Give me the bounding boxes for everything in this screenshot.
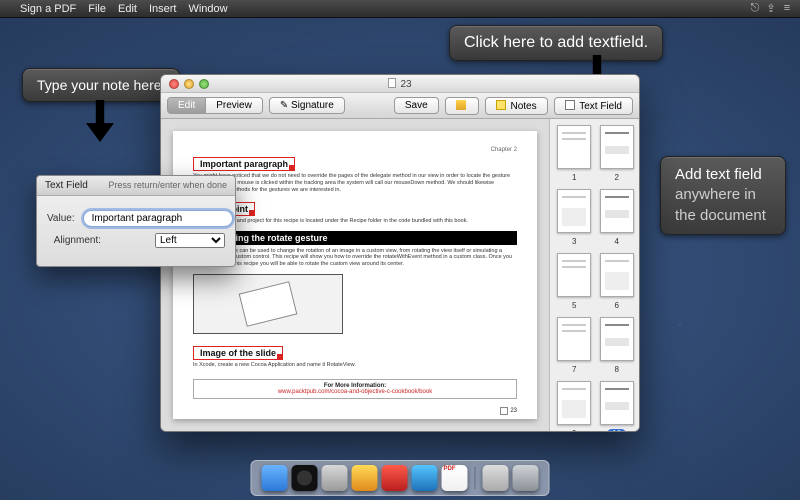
thumbnail-preview bbox=[557, 317, 591, 361]
dock-launchpad-icon[interactable] bbox=[322, 465, 348, 491]
body-text: You might have noticed that we do not ne… bbox=[193, 173, 517, 194]
dock-app-icon[interactable] bbox=[382, 465, 408, 491]
body-text: In Xcode, create a new Cocoa Application… bbox=[193, 362, 517, 369]
thumbnail-preview bbox=[557, 253, 591, 297]
menubar-file[interactable]: File bbox=[88, 3, 106, 15]
thumbnail[interactable]: 4 bbox=[599, 189, 636, 247]
menubar-edit[interactable]: Edit bbox=[118, 3, 137, 15]
text-field-annotation[interactable]: Image of the slide bbox=[193, 346, 283, 360]
thumbnail-number: 9 bbox=[572, 429, 576, 431]
dock-app-icon[interactable] bbox=[412, 465, 438, 491]
thumbnail[interactable]: 2 bbox=[599, 125, 636, 183]
tab-edit[interactable]: Edit bbox=[168, 98, 205, 113]
thumbnail-number: 5 bbox=[572, 301, 576, 310]
thumbnail-number: 1 bbox=[572, 173, 576, 182]
thumbnail-preview bbox=[600, 253, 634, 297]
save-button[interactable]: Save bbox=[394, 97, 439, 114]
thumbnail[interactable]: 10 bbox=[599, 381, 636, 431]
panel-hint: Press return/enter when done bbox=[108, 180, 227, 191]
tab-preview[interactable]: Preview bbox=[205, 98, 262, 113]
notes-button[interactable]: Notes bbox=[485, 97, 548, 115]
thumbnail-preview bbox=[600, 125, 634, 169]
window-title: 23 bbox=[161, 78, 639, 90]
page-corner-icon bbox=[500, 407, 508, 415]
print-button[interactable] bbox=[445, 97, 479, 115]
thumbnail[interactable]: 9 bbox=[556, 381, 593, 431]
window-zoom-button[interactable] bbox=[199, 79, 209, 89]
thumbnail-number: 6 bbox=[615, 301, 619, 310]
thumbnail-number: 2 bbox=[615, 173, 619, 182]
menubar-right: ⎋ ⇪ ≡ bbox=[750, 2, 792, 15]
value-input[interactable] bbox=[83, 210, 233, 227]
callout-add-textfield: Click here to add textfield. bbox=[449, 25, 663, 61]
chapter-label: Chapter 2 bbox=[193, 147, 517, 153]
body-text: The sample code and project for this rec… bbox=[193, 218, 517, 225]
menubar-app-name[interactable]: Sign a PDF bbox=[20, 3, 76, 15]
thumbnail-number: 7 bbox=[572, 365, 576, 374]
thumbnail-preview bbox=[557, 189, 591, 233]
dock-trash-icon[interactable] bbox=[513, 465, 539, 491]
image-placeholder bbox=[193, 274, 343, 334]
footer-box: For More Information: www.packtpub.com/c… bbox=[193, 379, 517, 399]
textfield-button[interactable]: Text Field bbox=[554, 97, 633, 115]
view-mode-segment[interactable]: Edit Preview bbox=[167, 97, 263, 114]
textfield-icon bbox=[565, 100, 575, 110]
thumbnail-preview bbox=[600, 189, 634, 233]
document-icon bbox=[388, 78, 396, 88]
thumbnail[interactable]: 1 bbox=[556, 125, 593, 183]
section-heading: Interpreting the rotate gesture bbox=[193, 231, 517, 245]
panel-title: Text Field bbox=[45, 180, 88, 191]
thumbnail-number: 10 bbox=[607, 429, 626, 431]
dock-separator bbox=[475, 467, 476, 489]
status-icon: ⇪ bbox=[766, 2, 776, 15]
note-icon bbox=[496, 100, 506, 110]
window-titlebar[interactable]: 23 bbox=[161, 75, 639, 93]
thumbnail-preview bbox=[600, 317, 634, 361]
callout-side: Add text field anywhere in the document bbox=[660, 156, 786, 235]
thumbnail-number: 4 bbox=[615, 237, 619, 246]
thumbnail[interactable]: 3 bbox=[556, 189, 593, 247]
body-text: The rotate gesture can be used to change… bbox=[193, 248, 517, 269]
status-icon: ⎋ bbox=[750, 2, 760, 15]
menubar-insert[interactable]: Insert bbox=[149, 3, 177, 15]
printer-icon bbox=[456, 100, 466, 110]
thumbnail-preview bbox=[600, 381, 634, 425]
textfield-inspector: Text Field Press return/enter when done … bbox=[36, 175, 236, 267]
toolbar: Edit Preview ✎ Signature Save Notes Text… bbox=[161, 93, 639, 119]
macos-menubar: Sign a PDF File Edit Insert Window ⎋ ⇪ ≡ bbox=[0, 0, 800, 18]
dock bbox=[251, 460, 550, 496]
signature-button[interactable]: ✎ Signature bbox=[269, 97, 345, 114]
dock-app-icon[interactable] bbox=[352, 465, 378, 491]
dock-dashboard-icon[interactable] bbox=[292, 465, 318, 491]
window-close-button[interactable] bbox=[169, 79, 179, 89]
dock-finder-icon[interactable] bbox=[262, 465, 288, 491]
dock-signpdf-icon[interactable] bbox=[442, 465, 468, 491]
thumbnail-preview bbox=[557, 381, 591, 425]
card-icon bbox=[239, 281, 298, 327]
thumbnail-number: 3 bbox=[572, 237, 576, 246]
thumbnail[interactable]: 7 bbox=[556, 317, 593, 375]
menubar-window[interactable]: Window bbox=[188, 3, 227, 15]
window-minimize-button[interactable] bbox=[184, 79, 194, 89]
value-label: Value: bbox=[47, 213, 75, 224]
thumbnail[interactable]: 5 bbox=[556, 253, 593, 311]
callout-type-note: Type your note here. bbox=[22, 68, 180, 102]
status-icon: ≡ bbox=[782, 2, 792, 15]
thumbnail[interactable]: 6 bbox=[599, 253, 636, 311]
page-footer: 23 bbox=[500, 407, 517, 415]
text-field-annotation[interactable]: Important paragraph bbox=[193, 157, 295, 171]
alignment-label: Alignment: bbox=[47, 235, 101, 246]
thumbnail[interactable]: 8 bbox=[599, 317, 636, 375]
arrow-down-icon bbox=[86, 100, 114, 142]
page-viewport[interactable]: Chapter 2 Important paragraph You might … bbox=[161, 119, 549, 431]
alignment-select[interactable]: Left bbox=[155, 233, 225, 248]
thumbnail-preview bbox=[557, 125, 591, 169]
thumbnail-sidebar[interactable]: 123456789101112 bbox=[549, 119, 639, 431]
dock-documents-icon[interactable] bbox=[483, 465, 509, 491]
thumbnail-number: 8 bbox=[615, 365, 619, 374]
